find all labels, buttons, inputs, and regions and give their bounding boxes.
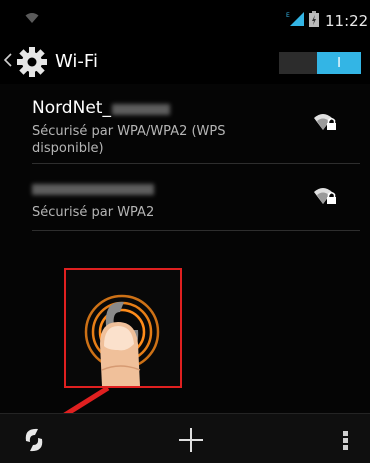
pointer-arrow	[30, 385, 110, 438]
overflow-menu-icon[interactable]	[336, 424, 356, 456]
bottom-action-bar	[0, 413, 370, 463]
plus-icon[interactable]	[175, 424, 207, 456]
wps-icon[interactable]	[18, 424, 50, 456]
